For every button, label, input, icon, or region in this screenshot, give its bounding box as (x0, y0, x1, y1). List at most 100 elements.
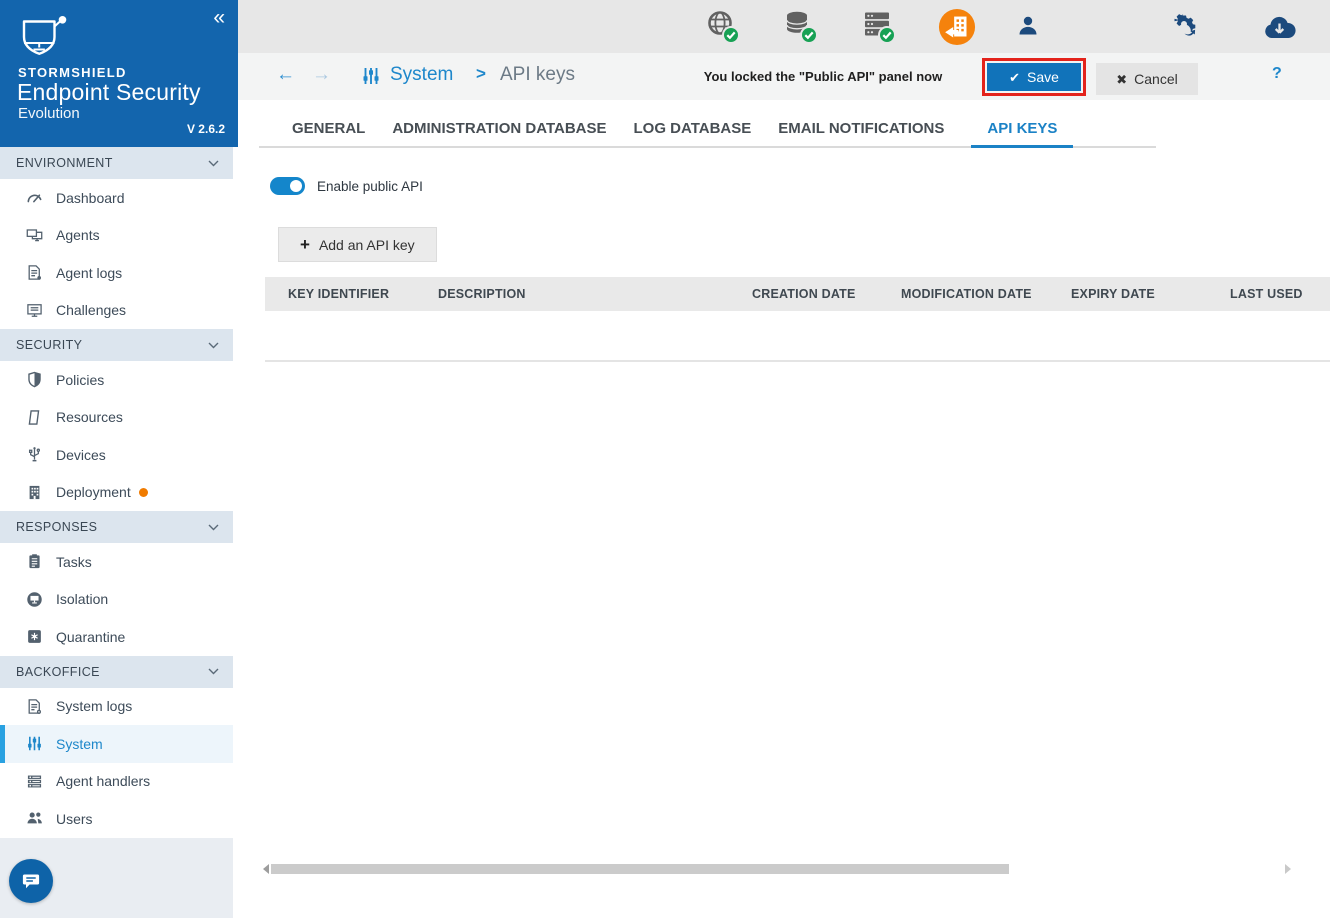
sidebar-item-dashboard[interactable]: Dashboard (0, 179, 233, 217)
app-logo-block: « STORMSHIELD Endpoint Security Evolutio… (0, 0, 238, 147)
sidebar-item-label: Devices (56, 446, 106, 463)
sidebar-item-isolation[interactable]: Isolation (0, 580, 233, 618)
scrollbar-thumb[interactable] (271, 864, 1009, 874)
sidebar-item-tasks[interactable]: Tasks (0, 543, 233, 581)
enable-public-api-toggle[interactable]: Enable public API (270, 177, 423, 195)
back-arrow-button[interactable]: ← (276, 64, 295, 86)
sidebar-section-backoffice[interactable]: BACKOFFICE (0, 655, 233, 688)
chevron-down-icon (208, 668, 219, 675)
sidebar-item-label: Agent logs (56, 264, 123, 281)
sidebar-item-label: Tasks (56, 553, 92, 570)
section-label: BACKOFFICE (16, 664, 100, 679)
column-header-expiry-date[interactable]: EXPIRY DATE (1048, 277, 1207, 311)
chevron-down-icon (208, 524, 219, 531)
save-button[interactable]: ✔ Save (987, 63, 1081, 91)
chevron-down-icon (208, 342, 219, 349)
database-status-icon[interactable] (782, 8, 820, 46)
column-header-key-identifier[interactable]: KEY IDENTIFIER (265, 277, 415, 311)
chat-bubble-icon (20, 870, 42, 892)
top-status-bar (238, 0, 1330, 53)
user-account-icon[interactable] (1016, 14, 1040, 43)
sidebar-item-users[interactable]: Users (0, 800, 233, 838)
scroll-left-arrow[interactable] (262, 864, 270, 874)
column-header-description[interactable]: DESCRIPTION (415, 277, 729, 311)
tabs-bar: GENERAL ADMINISTRATION DATABASE LOG DATABA… (259, 112, 1156, 148)
table-empty-row (265, 311, 1330, 362)
sidebar-nav: ENVIRONMENT Dashboard Agents Agent logs Chal… (0, 147, 233, 838)
sidebar-item-devices[interactable]: Devices (0, 436, 233, 474)
column-header-last-used[interactable]: LAST USED (1207, 277, 1330, 311)
stormshield-shield-logo-icon (17, 15, 69, 66)
product-version: V 2.6.2 (186, 122, 225, 136)
agent-handlers-icon (26, 773, 43, 790)
breadcrumb-separator-icon: > (476, 64, 486, 83)
internet-status-icon[interactable] (704, 8, 742, 46)
isolation-icon (26, 591, 43, 608)
system-icon (26, 735, 43, 752)
agent-logs-icon (26, 264, 43, 281)
sidebar-item-label: System logs (56, 698, 133, 715)
collapse-sidebar-icon[interactable]: « (213, 6, 225, 30)
tab-email-notifications[interactable]: EMAIL NOTIFICATIONS (778, 120, 944, 146)
agents-icon (26, 227, 43, 244)
sidebar-item-label: Agent handlers (56, 773, 151, 790)
sidebar-item-agents[interactable]: Agents (0, 216, 233, 254)
sidebar-item-agent-logs[interactable]: Agent logs (0, 254, 233, 292)
help-button[interactable]: ? (1272, 65, 1282, 83)
deployment-icon (26, 484, 43, 501)
sidebar-item-system-logs[interactable]: System logs (0, 687, 233, 725)
column-header-modification-date[interactable]: MODIFICATION DATE (878, 277, 1048, 311)
tab-general[interactable]: GENERAL (292, 120, 365, 146)
tab-administration-database[interactable]: ADMINISTRATION DATABASE (392, 120, 606, 146)
tab-log-database[interactable]: LOG DATABASE (634, 120, 752, 146)
tasks-icon (26, 553, 43, 570)
scroll-right-arrow[interactable] (1284, 864, 1292, 874)
sidebar-item-label: Agents (56, 227, 100, 244)
sidebar-section-environment[interactable]: ENVIRONMENT (0, 147, 233, 179)
red-annotation-highlight: ✔ Save (982, 58, 1086, 96)
sidebar-section-responses[interactable]: RESPONSES (0, 511, 233, 543)
services-gear-icon[interactable] (1171, 12, 1199, 45)
section-label: RESPONSES (16, 520, 98, 534)
system-logs-icon (26, 698, 43, 715)
toggle-switch-on[interactable] (270, 177, 305, 195)
sidebar-item-resources[interactable]: Resources (0, 398, 233, 436)
chat-support-button[interactable] (9, 859, 53, 903)
sidebar-section-security[interactable]: SECURITY (0, 329, 233, 361)
dashboard-icon (26, 189, 43, 206)
devices-icon (26, 446, 43, 463)
horizontal-scrollbar[interactable] (262, 863, 1292, 875)
sidebar-item-policies[interactable]: Policies (0, 361, 233, 399)
breadcrumb-parent[interactable]: System (390, 64, 453, 86)
x-icon: ✖ (1116, 71, 1128, 87)
column-header-creation-date[interactable]: CREATION DATE (729, 277, 878, 311)
status-icon-group (704, 8, 976, 46)
content-panel: GENERAL ADMINISTRATION DATABASE LOG DATABA… (238, 100, 1330, 918)
sidebar-item-challenges[interactable]: Challenges (0, 291, 233, 329)
sidebar-item-label: Deployment (56, 484, 131, 501)
users-icon (26, 810, 43, 827)
add-api-key-button[interactable]: + Add an API key (278, 227, 437, 262)
system-sliders-icon (361, 66, 381, 86)
brand-name: STORMSHIELD (18, 65, 127, 80)
challenges-icon (26, 302, 43, 319)
section-label: SECURITY (16, 338, 83, 352)
api-keys-table: KEY IDENTIFIER DESCRIPTION CREATION DATE MO… (265, 277, 1330, 362)
deployment-pending-status-icon[interactable] (938, 8, 976, 46)
cancel-button[interactable]: ✖ Cancel (1096, 63, 1198, 95)
agent-handler-status-icon[interactable] (860, 8, 898, 46)
tab-api-keys[interactable]: API KEYS (971, 120, 1074, 148)
sidebar-item-quarantine[interactable]: Quarantine (0, 618, 233, 656)
sidebar-item-agent-handlers[interactable]: Agent handlers (0, 762, 233, 800)
quarantine-icon (26, 628, 43, 645)
cloud-download-icon[interactable] (1263, 15, 1296, 44)
sidebar-item-deployment[interactable]: Deployment (0, 473, 233, 511)
policies-icon (26, 371, 43, 388)
forward-arrow-button[interactable]: → (312, 64, 331, 86)
sidebar-item-label: Users (56, 810, 93, 827)
sidebar-item-system[interactable]: System (0, 725, 233, 763)
chevron-down-icon (208, 160, 219, 167)
main-area: ← → System > API keys You locked the "Pu… (238, 0, 1330, 918)
toggle-knob (290, 180, 302, 192)
sidebar-item-label: System (56, 735, 103, 752)
